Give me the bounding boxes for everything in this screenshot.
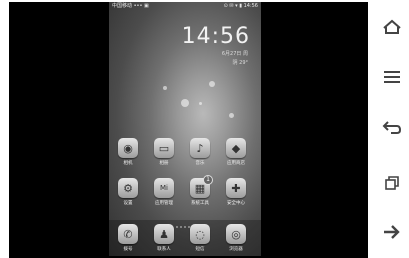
back-button[interactable] <box>377 117 407 137</box>
dock-messages[interactable]: ◌ 短信 <box>187 224 213 252</box>
app-label: 短信 <box>195 247 205 252</box>
app-gallery[interactable]: ▭ 相册 <box>151 138 177 166</box>
app-label: 相册 <box>159 161 169 166</box>
home-icon <box>383 19 401 34</box>
forward-icon <box>384 225 400 239</box>
date-text: 6月27日 周 <box>221 51 248 57</box>
app-label: 应用商店 <box>227 161 245 166</box>
phone-icon: ✆ <box>123 227 133 241</box>
phone-screen: 中国移动 ••• ▣ ⊙ ✉ ▾ ▮ 14:56 14:56 6月27日 周 阴… <box>109 2 261 256</box>
bubble-decoration <box>181 99 189 107</box>
bubble-decoration <box>163 86 167 90</box>
recent-apps-button[interactable] <box>377 173 407 193</box>
status-right: ⊙ ✉ ▾ ▮ 14:56 <box>223 3 258 9</box>
folder-system-tools[interactable]: ▦ 1 系统工具 <box>187 175 213 206</box>
weather-text: 阴 29° <box>232 60 248 66</box>
dock-browser[interactable]: ◎ 浏览器 <box>223 224 249 252</box>
dock-contacts[interactable]: ♟ 联系人 <box>151 224 177 252</box>
app-label: 设置 <box>123 201 133 206</box>
contacts-icon: ♟ <box>159 227 169 241</box>
notification-badge: 1 <box>203 175 213 185</box>
home-button[interactable] <box>377 17 407 37</box>
app-settings[interactable]: ⚙ 设置 <box>115 178 141 206</box>
app-label: 系统工具 <box>191 201 209 206</box>
recent-icon <box>385 176 399 190</box>
bubble-decoration <box>209 81 215 87</box>
music-icon: ♪ <box>196 141 204 155</box>
app-manager-icon: Mi <box>160 184 168 192</box>
app-security[interactable]: ✚ 安全中心 <box>223 178 249 206</box>
app-label: 安全中心 <box>227 201 245 206</box>
app-label: 音乐 <box>195 161 205 166</box>
clock-widget[interactable]: 14:56 <box>182 24 250 49</box>
message-icon: ◌ <box>195 227 205 241</box>
menu-icon <box>384 71 400 83</box>
app-label: 相机 <box>123 161 133 166</box>
bubble-decoration <box>229 113 234 118</box>
app-camera[interactable]: ◉ 相机 <box>115 138 141 166</box>
gear-icon: ⚙ <box>123 181 133 195</box>
app-label: 应用管理 <box>155 201 173 206</box>
app-label: 联系人 <box>157 247 171 252</box>
app-manager[interactable]: Mi 应用管理 <box>151 178 177 206</box>
app-label: 浏览器 <box>229 247 243 252</box>
status-left: 中国移动 ••• ▣ <box>112 3 149 9</box>
store-icon: ◆ <box>231 141 241 155</box>
security-icon: ✚ <box>231 181 241 195</box>
bubble-decoration <box>199 102 202 105</box>
forward-button[interactable] <box>377 222 407 242</box>
dock-phone[interactable]: ✆ 拨号 <box>115 224 141 252</box>
status-bar: 中国移动 ••• ▣ ⊙ ✉ ▾ ▮ 14:56 <box>109 2 261 11</box>
back-icon <box>382 121 402 134</box>
browser-icon: ◎ <box>231 227 241 241</box>
app-store[interactable]: ◆ 应用商店 <box>223 138 249 166</box>
camera-icon: ◉ <box>123 141 133 155</box>
dock: ✆ 拨号 ♟ 联系人 ◌ 短信 ◎ 浏览器 <box>109 220 261 256</box>
gallery-icon: ▭ <box>158 141 170 155</box>
app-label: 拨号 <box>123 247 133 252</box>
app-music[interactable]: ♪ 音乐 <box>187 138 213 166</box>
menu-button[interactable] <box>377 67 407 87</box>
